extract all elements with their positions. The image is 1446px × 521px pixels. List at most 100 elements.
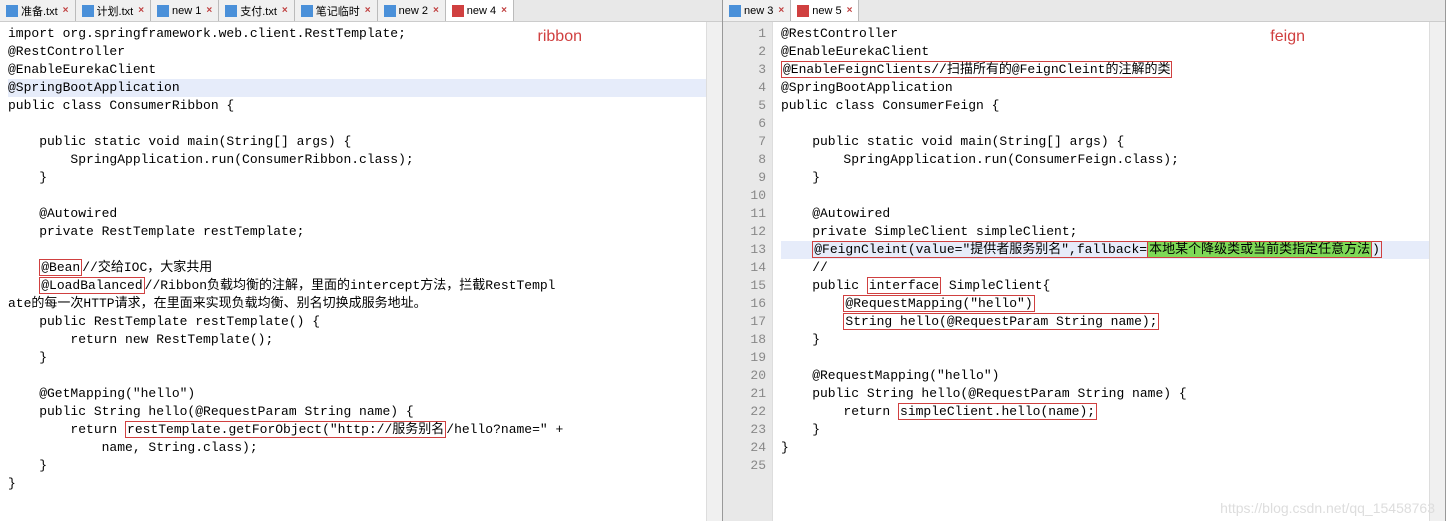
code-line[interactable]: public interface SimpleClient{ bbox=[781, 277, 1429, 295]
code-line[interactable]: @LoadBalanced//Ribbon负载均衡的注解，里面的intercep… bbox=[8, 277, 706, 295]
code-line[interactable]: @EnableFeignClients//扫描所有的@FeignCleint的注… bbox=[781, 61, 1429, 79]
tab-file[interactable]: new 2× bbox=[378, 0, 446, 21]
scrollbar-vertical[interactable] bbox=[706, 22, 722, 521]
code-line[interactable]: @RequestMapping("hello") bbox=[781, 295, 1429, 313]
file-icon bbox=[225, 5, 237, 17]
line-number: 13 bbox=[723, 241, 766, 259]
code-line[interactable]: return simpleClient.hello(name); bbox=[781, 403, 1429, 421]
right-code[interactable]: @RestController@EnableEurekaClient@Enabl… bbox=[773, 22, 1429, 521]
file-icon bbox=[384, 5, 396, 17]
line-number: 25 bbox=[723, 457, 766, 475]
close-icon[interactable]: × bbox=[138, 5, 144, 16]
close-icon[interactable]: × bbox=[433, 5, 439, 16]
code-line[interactable]: // bbox=[781, 259, 1429, 277]
file-icon bbox=[452, 5, 464, 17]
tab-file[interactable]: 支付.txt× bbox=[219, 0, 295, 21]
close-icon[interactable]: × bbox=[501, 5, 507, 16]
left-editor[interactable]: import org.springframework.web.client.Re… bbox=[0, 22, 722, 521]
right-editor[interactable]: 1234567891011121314151617181920212223242… bbox=[723, 22, 1445, 521]
code-line[interactable]: return restTemplate.getForObject("http:/… bbox=[8, 421, 706, 439]
code-line[interactable]: public String hello(@RequestParam String… bbox=[781, 385, 1429, 403]
close-icon[interactable]: × bbox=[778, 5, 784, 16]
line-number: 24 bbox=[723, 439, 766, 457]
left-code[interactable]: import org.springframework.web.client.Re… bbox=[0, 22, 706, 521]
right-tabbar: new 3× new 5× bbox=[723, 0, 1445, 22]
code-line[interactable]: @EnableEurekaClient bbox=[781, 43, 1429, 61]
file-icon bbox=[729, 5, 741, 17]
close-icon[interactable]: × bbox=[206, 5, 212, 16]
code-line[interactable]: @EnableEurekaClient bbox=[8, 61, 706, 79]
scrollbar-vertical[interactable] bbox=[1429, 22, 1445, 521]
line-number: 16 bbox=[723, 295, 766, 313]
line-number: 9 bbox=[723, 169, 766, 187]
close-icon[interactable]: × bbox=[282, 5, 288, 16]
file-icon bbox=[6, 5, 18, 17]
code-line[interactable]: } bbox=[781, 169, 1429, 187]
code-line[interactable]: SpringApplication.run(ConsumerFeign.clas… bbox=[781, 151, 1429, 169]
code-line[interactable] bbox=[781, 115, 1429, 133]
code-line[interactable] bbox=[8, 241, 706, 259]
code-line[interactable]: } bbox=[781, 439, 1429, 457]
code-line[interactable]: return new RestTemplate(); bbox=[8, 331, 706, 349]
code-line[interactable] bbox=[8, 187, 706, 205]
line-number: 21 bbox=[723, 385, 766, 403]
code-line[interactable]: public static void main(String[] args) { bbox=[781, 133, 1429, 151]
line-number: 18 bbox=[723, 331, 766, 349]
code-line[interactable]: private SimpleClient simpleClient; bbox=[781, 223, 1429, 241]
right-pane: new 3× new 5× feign 12345678910111213141… bbox=[723, 0, 1446, 521]
code-line[interactable]: @Bean//交给IOC，大家共用 bbox=[8, 259, 706, 277]
code-line[interactable]: @RequestMapping("hello") bbox=[781, 367, 1429, 385]
line-number: 4 bbox=[723, 79, 766, 97]
tab-file[interactable]: 准备.txt× bbox=[0, 0, 76, 21]
code-line[interactable]: public class ConsumerRibbon { bbox=[8, 97, 706, 115]
code-line[interactable] bbox=[8, 367, 706, 385]
code-line[interactable]: SpringApplication.run(ConsumerRibbon.cla… bbox=[8, 151, 706, 169]
code-line[interactable]: public static void main(String[] args) { bbox=[8, 133, 706, 151]
code-line[interactable]: @Autowired bbox=[8, 205, 706, 223]
code-line[interactable]: public String hello(@RequestParam String… bbox=[8, 403, 706, 421]
code-line[interactable]: public class ConsumerFeign { bbox=[781, 97, 1429, 115]
code-line[interactable]: @SpringBootApplication bbox=[8, 79, 706, 97]
close-icon[interactable]: × bbox=[63, 5, 69, 16]
code-line[interactable]: @SpringBootApplication bbox=[781, 79, 1429, 97]
tab-file-active[interactable]: new 4× bbox=[446, 0, 514, 21]
code-line[interactable]: private RestTemplate restTemplate; bbox=[8, 223, 706, 241]
code-line[interactable]: @GetMapping("hello") bbox=[8, 385, 706, 403]
code-line[interactable]: @Autowired bbox=[781, 205, 1429, 223]
code-line[interactable]: } bbox=[8, 169, 706, 187]
code-line[interactable]: import org.springframework.web.client.Re… bbox=[8, 25, 706, 43]
code-line[interactable]: } bbox=[781, 421, 1429, 439]
tab-file-active[interactable]: new 5× bbox=[791, 0, 859, 21]
code-line[interactable]: public RestTemplate restTemplate() { bbox=[8, 313, 706, 331]
left-tabbar: 准备.txt× 计划.txt× new 1× 支付.txt× 笔记临时× new… bbox=[0, 0, 722, 22]
tab-file[interactable]: new 3× bbox=[723, 0, 791, 21]
code-line[interactable] bbox=[781, 349, 1429, 367]
line-number: 17 bbox=[723, 313, 766, 331]
code-line[interactable] bbox=[8, 115, 706, 133]
code-line[interactable]: } bbox=[8, 349, 706, 367]
tab-file[interactable]: 计划.txt× bbox=[76, 0, 152, 21]
code-line[interactable]: } bbox=[8, 475, 706, 493]
line-number: 22 bbox=[723, 403, 766, 421]
file-icon bbox=[82, 5, 94, 17]
close-icon[interactable]: × bbox=[365, 5, 371, 16]
tab-file[interactable]: new 1× bbox=[151, 0, 219, 21]
code-line[interactable]: @RestController bbox=[8, 43, 706, 61]
code-line[interactable]: } bbox=[8, 457, 706, 475]
tab-file[interactable]: 笔记临时× bbox=[295, 0, 378, 21]
line-number: 3 bbox=[723, 61, 766, 79]
code-line[interactable]: name, String.class); bbox=[8, 439, 706, 457]
line-number: 19 bbox=[723, 349, 766, 367]
annotation-label: feign bbox=[1270, 28, 1305, 46]
code-line[interactable]: } bbox=[781, 331, 1429, 349]
code-line[interactable]: String hello(@RequestParam String name); bbox=[781, 313, 1429, 331]
code-line[interactable]: @FeignCleint(value="提供者服务别名",fallback=本地… bbox=[781, 241, 1429, 259]
close-icon[interactable]: × bbox=[847, 5, 853, 16]
code-line[interactable] bbox=[781, 187, 1429, 205]
line-number: 12 bbox=[723, 223, 766, 241]
watermark: https://blog.csdn.net/qq_15458763 bbox=[1220, 500, 1435, 516]
code-line[interactable]: ate的每一次HTTP请求，在里面来实现负载均衡、别名切换成服务地址。 bbox=[8, 295, 706, 313]
line-number: 11 bbox=[723, 205, 766, 223]
code-line[interactable]: @RestController bbox=[781, 25, 1429, 43]
code-line[interactable] bbox=[781, 457, 1429, 475]
